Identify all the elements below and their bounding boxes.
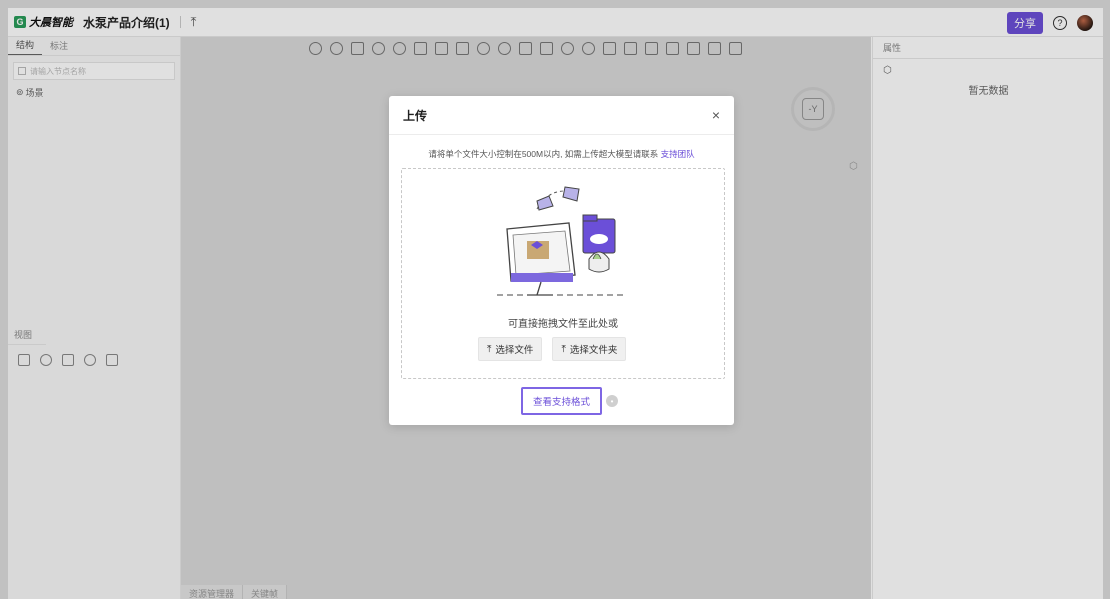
info-icon[interactable]: • xyxy=(606,395,619,407)
upload-dialog: 上传 × 请将单个文件大小控制在500M以内, 如需上传超大模型请联系 支持团队 xyxy=(389,96,734,425)
dialog-title: 上传 xyxy=(403,108,428,123)
upload-arrow-icon: ⤒ xyxy=(561,343,566,355)
illustration-art xyxy=(497,186,627,296)
select-folder-label: 选择文件夹 xyxy=(569,345,618,356)
notice-text: 请将单个文件大小控制在500M以内, 如需上传超大模型请联系 xyxy=(428,149,661,159)
select-file-label: 选择文件 xyxy=(495,345,534,356)
view-formats-button[interactable]: 查看支持格式 xyxy=(521,387,603,415)
upload-notice: 请将单个文件大小控制在500M以内, 如需上传超大模型请联系 支持团队 xyxy=(389,148,734,160)
drag-hint: 可直接拖拽文件至此处或 xyxy=(508,319,618,330)
upload-illustration xyxy=(497,186,627,296)
upload-arrow-icon: ⤒ xyxy=(487,343,492,355)
dialog-header: 上传 × xyxy=(389,96,734,135)
select-file-button[interactable]: ⤒ 选择文件 xyxy=(478,337,543,361)
close-icon[interactable]: × xyxy=(712,107,720,123)
formats-row: 查看支持格式 • xyxy=(521,387,619,415)
drop-zone[interactable]: 可直接拖拽文件至此处或 ⤒ 选择文件 ⤒ 选择文件夹 xyxy=(401,168,725,379)
select-folder-button[interactable]: ⤒ 选择文件夹 xyxy=(552,337,627,361)
support-team-link[interactable]: 支持团队 xyxy=(661,149,695,159)
select-buttons: ⤒ 选择文件 ⤒ 选择文件夹 xyxy=(478,337,627,361)
